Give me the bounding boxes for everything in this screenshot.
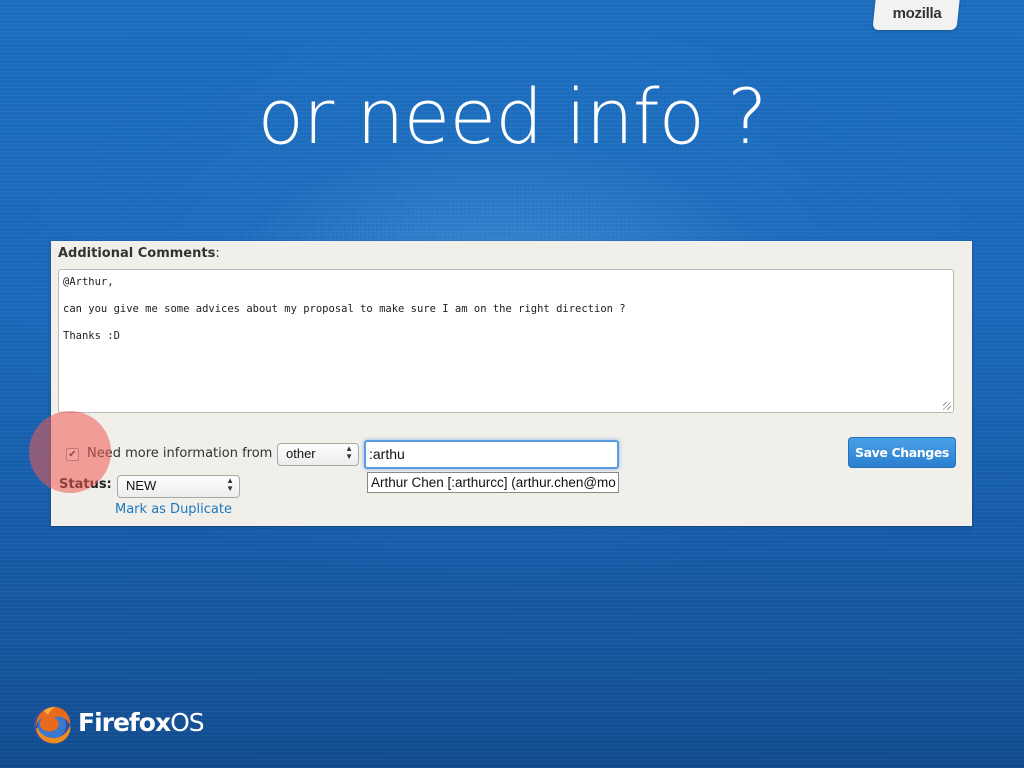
comment-line: Thanks :D bbox=[63, 330, 120, 342]
needinfo-label: Need more information from bbox=[87, 446, 273, 461]
status-select-value: NEW bbox=[126, 478, 157, 493]
needinfo-select-value: other bbox=[286, 446, 316, 461]
comments-label-text: Additional Comments bbox=[58, 246, 216, 261]
needinfo-checkbox[interactable]: ✔ bbox=[66, 448, 79, 461]
mozilla-brand-text: mozilla bbox=[892, 5, 942, 22]
bug-form-panel: Additional Comments: @Arthur, can you gi… bbox=[51, 241, 972, 526]
mark-duplicate-link[interactable]: Mark as Duplicate bbox=[115, 502, 232, 517]
updown-arrows-icon: ▲ ▼ bbox=[226, 476, 234, 493]
save-changes-button[interactable]: Save Changes bbox=[848, 437, 956, 468]
checkmark-icon: ✔ bbox=[68, 449, 77, 460]
slide-title: or need info ? bbox=[257, 72, 767, 161]
resize-grip-icon[interactable] bbox=[943, 402, 951, 410]
comment-line: can you give me some advices about my pr… bbox=[63, 303, 626, 315]
status-label: Status: bbox=[59, 477, 112, 492]
updown-arrows-icon: ▲ ▼ bbox=[345, 444, 353, 461]
comments-label-colon: : bbox=[215, 246, 220, 261]
needinfo-select[interactable]: other ▲ ▼ bbox=[277, 443, 359, 466]
comment-textarea[interactable]: @Arthur, can you give me some advices ab… bbox=[58, 269, 954, 413]
comments-label: Additional Comments: bbox=[58, 246, 220, 261]
needinfo-user-input[interactable]: :arthu bbox=[364, 440, 619, 469]
comment-line: @Arthur, bbox=[63, 276, 114, 288]
firefox-logo-icon bbox=[33, 706, 71, 744]
os-wordmark: OS bbox=[170, 708, 205, 737]
firefox-os-wordmark: FirefoxOS bbox=[78, 708, 205, 737]
autocomplete-suggestion[interactable]: Arthur Chen [:arthurcc] (arthur.chen@mo bbox=[367, 472, 619, 493]
status-select[interactable]: NEW ▲ ▼ bbox=[117, 475, 240, 498]
firefox-wordmark: Firefox bbox=[78, 708, 171, 737]
